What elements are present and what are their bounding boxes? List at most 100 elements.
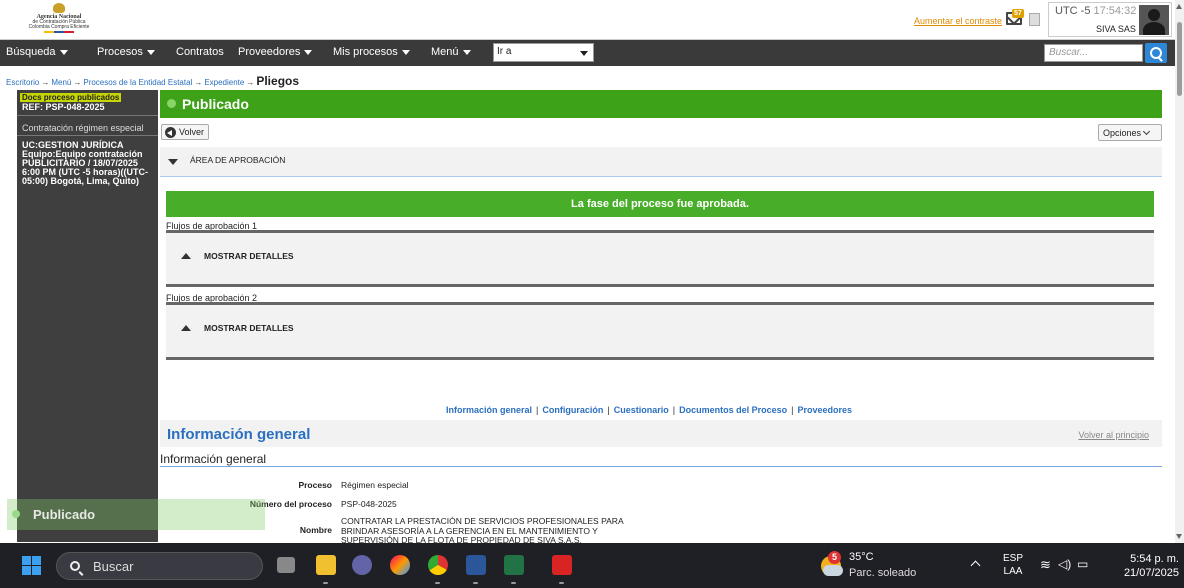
expand-triangle-icon	[181, 325, 191, 331]
weather-temperature[interactable]: 35°C	[849, 551, 874, 563]
nav-contratos[interactable]: Contratos	[176, 46, 224, 58]
teams-icon[interactable]	[352, 555, 372, 575]
running-indicator	[511, 582, 516, 584]
show-details-link-2[interactable]: MOSTRAR DETALLES	[204, 323, 294, 333]
sidebar-item-docs-publicados[interactable]: Docs proceso publicados	[20, 93, 122, 102]
show-details-link-1[interactable]: MOSTRAR DETALLES	[204, 251, 294, 261]
expand-triangle-icon	[181, 253, 191, 259]
check-icon	[167, 99, 176, 108]
caret-down-icon	[304, 49, 313, 55]
task-view-icon[interactable]	[277, 557, 295, 573]
caret-down-icon	[401, 49, 410, 55]
system-clock[interactable]: 5:54 p. m. 21/07/2025	[1124, 552, 1179, 580]
breadcrumb-menu[interactable]: Menú	[51, 78, 71, 87]
link-documentos[interactable]: Documentos del Proceso	[679, 405, 787, 415]
nav-busqueda[interactable]: Búsqueda	[6, 46, 68, 58]
arrow-right-icon: →	[246, 78, 255, 87]
nav-label: Mis procesos	[333, 46, 398, 58]
logo-line-3: Colombia Compra Eficiente	[28, 24, 90, 30]
link-configuracion[interactable]: Configuración	[542, 405, 603, 415]
separator: |	[672, 405, 676, 415]
back-arrow-icon	[165, 127, 176, 138]
general-info-subtitle: Información general	[160, 452, 1162, 467]
taskbar-search[interactable]: Buscar	[56, 552, 263, 580]
scroll-up-icon[interactable]	[1176, 4, 1182, 9]
weather-description[interactable]: Parc. soleado	[849, 567, 916, 579]
general-info-header: Información general Volver al principio	[160, 420, 1162, 447]
link-informacion-general[interactable]: Información general	[446, 405, 532, 415]
separator: |	[791, 405, 794, 415]
timezone-clock: UTC -5 17:54:32	[1055, 5, 1136, 17]
file-explorer-icon[interactable]	[316, 555, 336, 575]
running-indicator	[473, 582, 478, 584]
photos-icon[interactable]	[390, 555, 410, 575]
check-icon	[12, 510, 20, 518]
increase-contrast-link[interactable]: Aumentar el contraste	[914, 16, 1002, 26]
sidebar-item-contratacion[interactable]: Contratación régimen especial	[22, 123, 144, 133]
approved-message: La fase del proceso fue aprobada.	[166, 191, 1154, 217]
nav-label: Búsqueda	[6, 46, 56, 58]
top-header: Agencia Nacional de Contratación Pública…	[0, 0, 1175, 40]
back-button[interactable]: Volver	[161, 124, 210, 140]
lang-layout: LAA	[1003, 566, 1023, 577]
battery-icon[interactable]: ▭	[1077, 557, 1088, 571]
screen: Agencia Nacional de Contratación Pública…	[0, 0, 1184, 588]
coat-of-arms-icon	[53, 3, 65, 13]
flow-box-1: MOSTRAR DETALLES	[166, 230, 1154, 287]
process-info: UC:GESTION JURÍDICA Equipo:Equipo contra…	[22, 140, 149, 186]
field-value-numero: PSP-048-2025	[341, 499, 397, 509]
running-indicator	[323, 582, 328, 584]
breadcrumb-escritorio[interactable]: Escritorio	[6, 78, 39, 87]
left-sidebar: Docs proceso publicados REF: PSP-048-202…	[17, 90, 158, 542]
nav-label: Proveedores	[238, 46, 301, 58]
search-icon	[70, 561, 80, 571]
overlay-label: Publicado	[33, 507, 96, 522]
section-links: Información general | Configuración | Cuesti…	[446, 405, 852, 415]
excel-icon[interactable]	[504, 555, 524, 575]
acrobat-icon[interactable]	[552, 555, 572, 575]
chrome-icon[interactable]	[428, 555, 448, 575]
document-icon[interactable]	[1029, 13, 1040, 26]
chevron-up-icon[interactable]	[970, 560, 981, 571]
windows-start-icon[interactable]	[22, 556, 41, 575]
chevron-down-icon	[1142, 127, 1151, 136]
divider	[17, 135, 158, 136]
wifi-icon[interactable]: ≋	[1040, 557, 1051, 573]
breadcrumb-procesos[interactable]: Procesos de la Entidad Estatal	[83, 78, 192, 87]
user-box[interactable]: UTC -5 17:54:32 SIVA SAS	[1048, 2, 1172, 37]
breadcrumb-expediente[interactable]: Expediente	[204, 78, 244, 87]
volume-icon[interactable]: ◁)	[1058, 557, 1071, 571]
agency-logo[interactable]: Agencia Nacional de Contratación Pública…	[14, 3, 104, 37]
nav-proveedores[interactable]: Proveedores	[238, 46, 313, 58]
search-input[interactable]: Buscar...	[1044, 44, 1143, 62]
back-to-top-link[interactable]: Volver al principio	[1078, 430, 1149, 440]
floating-status-overlay: Publicado	[7, 499, 265, 530]
options-button[interactable]: Opciones	[1098, 124, 1162, 141]
collapse-triangle-icon	[168, 159, 178, 165]
field-value-nombre-1: CONTRATAR LA PRESTACIÓN DE SERVICIOS PRO…	[341, 516, 624, 526]
breadcrumb-current: Pliegos	[256, 74, 300, 88]
scroll-thumb[interactable]	[1177, 22, 1182, 96]
nav-label: Procesos	[97, 46, 143, 58]
goto-select[interactable]: Ir a	[493, 43, 594, 62]
scroll-down-icon[interactable]	[1176, 534, 1182, 539]
search-icon[interactable]	[1145, 43, 1167, 63]
field-value-proceso: Régimen especial	[341, 480, 409, 490]
weather-badge: 5	[828, 551, 841, 564]
word-icon[interactable]	[466, 555, 486, 575]
avatar[interactable]	[1139, 5, 1169, 35]
caret-down-icon	[462, 49, 471, 55]
link-cuestionario[interactable]: Cuestionario	[614, 405, 669, 415]
language-indicator[interactable]: ESP LAA	[1003, 552, 1023, 578]
nav-menu[interactable]: Menú	[431, 46, 471, 58]
nav-procesos[interactable]: Procesos	[97, 46, 155, 58]
arrow-right-icon: →	[194, 78, 203, 87]
separator: |	[607, 405, 610, 415]
taskbar-search-label: Buscar	[93, 559, 134, 574]
approval-area-toggle[interactable]: ÁREA DE APROBACIÓN	[160, 147, 1162, 177]
page-scrollbar[interactable]	[1175, 0, 1184, 543]
caret-down-icon	[146, 49, 155, 55]
nav-mis-procesos[interactable]: Mis procesos	[333, 46, 410, 58]
link-proveedores[interactable]: Proveedores	[797, 405, 852, 415]
mail-count-badge: 57	[1012, 9, 1024, 18]
